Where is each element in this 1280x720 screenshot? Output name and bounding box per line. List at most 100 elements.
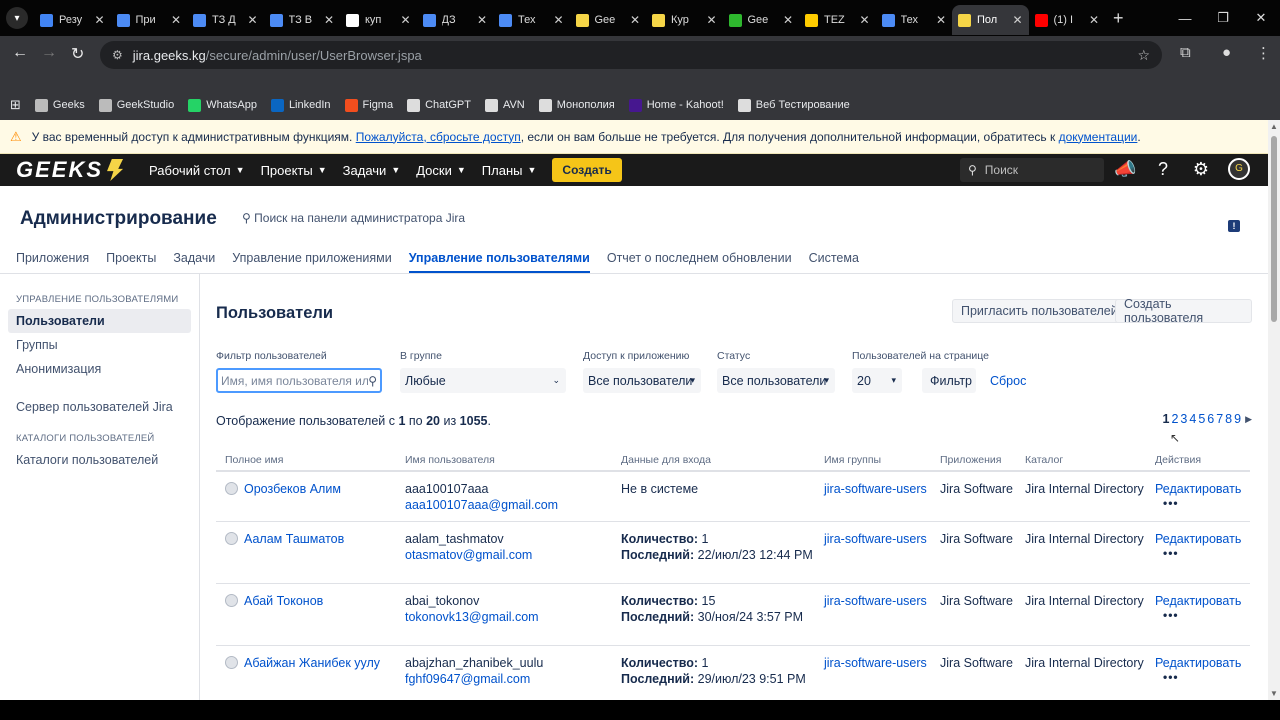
user-avatar[interactable]: G	[1228, 158, 1250, 180]
tab-close-icon[interactable]: ✕	[94, 13, 104, 27]
admin-tab[interactable]: Задачи	[173, 251, 215, 273]
tab-close-icon[interactable]: ✕	[400, 13, 410, 27]
bookmark-item[interactable]: Home - Kahoot!	[628, 98, 724, 112]
more-actions-icon[interactable]: •••	[1163, 669, 1241, 685]
tab-close-icon[interactable]: ✕	[936, 13, 946, 27]
reset-link[interactable]: Сброс	[990, 374, 1026, 388]
group-link[interactable]: jira-software-users	[824, 531, 927, 547]
admin-tab[interactable]: Управление пользователями	[408, 251, 590, 273]
tab-close-icon[interactable]: ✕	[553, 13, 563, 27]
user-full-name-link[interactable]: Орозбеков Алим	[244, 482, 341, 496]
invite-users-button[interactable]: Пригласить пользователей	[952, 299, 1127, 323]
tab-close-icon[interactable]: ✕	[706, 13, 716, 27]
page-number[interactable]: 4	[1189, 412, 1196, 426]
browser-tab[interactable]: Gee ✕	[570, 5, 647, 35]
close-window-icon[interactable]: ✕	[1242, 10, 1280, 26]
filter-button[interactable]: Фильтр	[922, 368, 976, 393]
browser-tab[interactable]: Пол ✕	[952, 5, 1029, 35]
user-full-name-link[interactable]: Абай Токонов	[244, 594, 323, 608]
per-page-select[interactable]: 20 ▾	[852, 368, 902, 393]
notifications-icon[interactable]: 📣	[1114, 159, 1136, 180]
user-full-name-link[interactable]: Аалам Ташматов	[244, 532, 344, 546]
admin-search[interactable]: ⚲ Поиск на панели администратора Jira	[242, 211, 465, 225]
page-number[interactable]: 2	[1171, 412, 1178, 426]
feedback-icon[interactable]: !	[1228, 220, 1240, 232]
bookmark-item[interactable]: Веб Тестирование	[737, 98, 850, 112]
browser-tab[interactable]: Тех ✕	[493, 5, 570, 35]
admin-tab[interactable]: Система	[809, 251, 859, 273]
tab-close-icon[interactable]: ✕	[247, 13, 257, 27]
bookmark-item[interactable]: ChatGPT	[407, 98, 471, 112]
tab-close-icon[interactable]: ✕	[324, 13, 334, 27]
email-link[interactable]: tokonovk13@gmail.com	[405, 609, 539, 625]
reload-icon[interactable]: ↻	[71, 44, 84, 64]
page-number[interactable]: 5	[1198, 412, 1205, 426]
sidebar-item[interactable]: Анонимизация	[0, 357, 199, 381]
more-actions-icon[interactable]: •••	[1163, 607, 1241, 623]
browser-tab[interactable]: Резу ✕	[34, 5, 111, 35]
sidebar-item[interactable]: Группы	[0, 333, 199, 357]
apps-icon[interactable]: ⊞	[10, 97, 21, 113]
admin-tab[interactable]: Отчет о последнем обновлении	[607, 251, 792, 273]
settings-gear-icon[interactable]: ⚙	[1190, 159, 1212, 180]
tab-close-icon[interactable]: ✕	[477, 13, 487, 27]
maximize-icon[interactable]: ❐	[1204, 10, 1242, 26]
bookmark-item[interactable]: GeekStudio	[98, 98, 174, 112]
email-link[interactable]: aaa100107aaa@gmail.com	[405, 497, 558, 513]
tab-close-icon[interactable]: ✕	[783, 13, 793, 27]
minimize-icon[interactable]: —	[1166, 11, 1204, 26]
nav-menu-item[interactable]: Задачи ▼	[343, 163, 401, 178]
forward-icon[interactable]: →	[41, 44, 57, 62]
nav-menu-item[interactable]: Планы ▼	[482, 163, 537, 178]
page-number[interactable]: 9	[1234, 412, 1241, 426]
bookmark-star-icon[interactable]: ☆	[1137, 47, 1150, 64]
bookmark-item[interactable]: WhatsApp	[188, 98, 257, 112]
group-link[interactable]: jira-software-users	[824, 481, 927, 497]
browser-tab[interactable]: Кур ✕	[646, 5, 723, 35]
extensions-icon[interactable]: ⧉	[1180, 44, 1191, 61]
bookmark-item[interactable]: Монополия	[538, 98, 615, 112]
bookmark-item[interactable]: Figma	[344, 98, 393, 112]
tab-close-icon[interactable]: ✕	[859, 13, 869, 27]
scroll-up-icon[interactable]: ▲	[1270, 122, 1278, 131]
more-actions-icon[interactable]: •••	[1163, 545, 1241, 561]
admin-tab[interactable]: Проекты	[106, 251, 156, 273]
bookmark-item[interactable]: LinkedIn	[270, 98, 331, 112]
nav-menu-item[interactable]: Проекты ▼	[261, 163, 327, 178]
page-scrollbar[interactable]: ▲ ▼	[1268, 120, 1280, 700]
access-select[interactable]: Все пользователи ▾	[583, 368, 701, 393]
help-icon[interactable]: ?	[1152, 159, 1174, 180]
sidebar-item[interactable]: Пользователи	[8, 309, 191, 333]
tab-close-icon[interactable]: ✕	[1089, 13, 1099, 27]
sidebar-item[interactable]: Каталоги пользователей	[0, 448, 199, 472]
new-tab-icon[interactable]: +	[1113, 8, 1124, 29]
bookmark-item[interactable]: AVN	[484, 98, 525, 112]
sidebar-item-user-server[interactable]: Сервер пользователей Jira	[0, 395, 199, 419]
user-filter-input[interactable]: Имя, имя пользователя или ⚲	[216, 368, 382, 393]
browser-tab[interactable]: (1) I ✕	[1029, 5, 1106, 35]
next-page-icon[interactable]: ▶	[1245, 412, 1252, 426]
admin-tab[interactable]: Управление приложениями	[232, 251, 391, 273]
geeks-logo[interactable]: GEEKS	[16, 157, 124, 183]
group-select[interactable]: Любые ⌄	[400, 368, 566, 393]
browser-menu-icon[interactable]: ⋮	[1256, 44, 1271, 62]
nav-menu-item[interactable]: Доски ▼	[416, 163, 466, 178]
browser-tab[interactable]: Gee ✕	[723, 5, 800, 35]
group-link[interactable]: jira-software-users	[824, 655, 927, 671]
create-user-button[interactable]: Создать пользователя	[1115, 297, 1252, 325]
documentation-link[interactable]: документации	[1059, 130, 1138, 144]
browser-tab[interactable]: ДЗ ✕	[417, 5, 494, 35]
tab-search-icon[interactable]: ▾	[6, 7, 28, 29]
jira-search-input[interactable]: ⚲ Поиск	[960, 158, 1104, 182]
group-link[interactable]: jira-software-users	[824, 593, 927, 609]
reset-access-link[interactable]: Пожалуйста, сбросьте доступ	[356, 130, 521, 144]
tab-close-icon[interactable]: ✕	[630, 13, 640, 27]
browser-tab[interactable]: ТЗ В ✕	[264, 5, 341, 35]
page-number[interactable]: 8	[1225, 412, 1232, 426]
tab-close-icon[interactable]: ✕	[1012, 13, 1022, 27]
bookmark-item[interactable]: Geeks	[34, 98, 85, 112]
profile-icon[interactable]: ●	[1222, 44, 1231, 61]
scroll-down-icon[interactable]: ▼	[1270, 689, 1278, 698]
page-number[interactable]: 3	[1180, 412, 1187, 426]
page-number[interactable]: 7	[1216, 412, 1223, 426]
